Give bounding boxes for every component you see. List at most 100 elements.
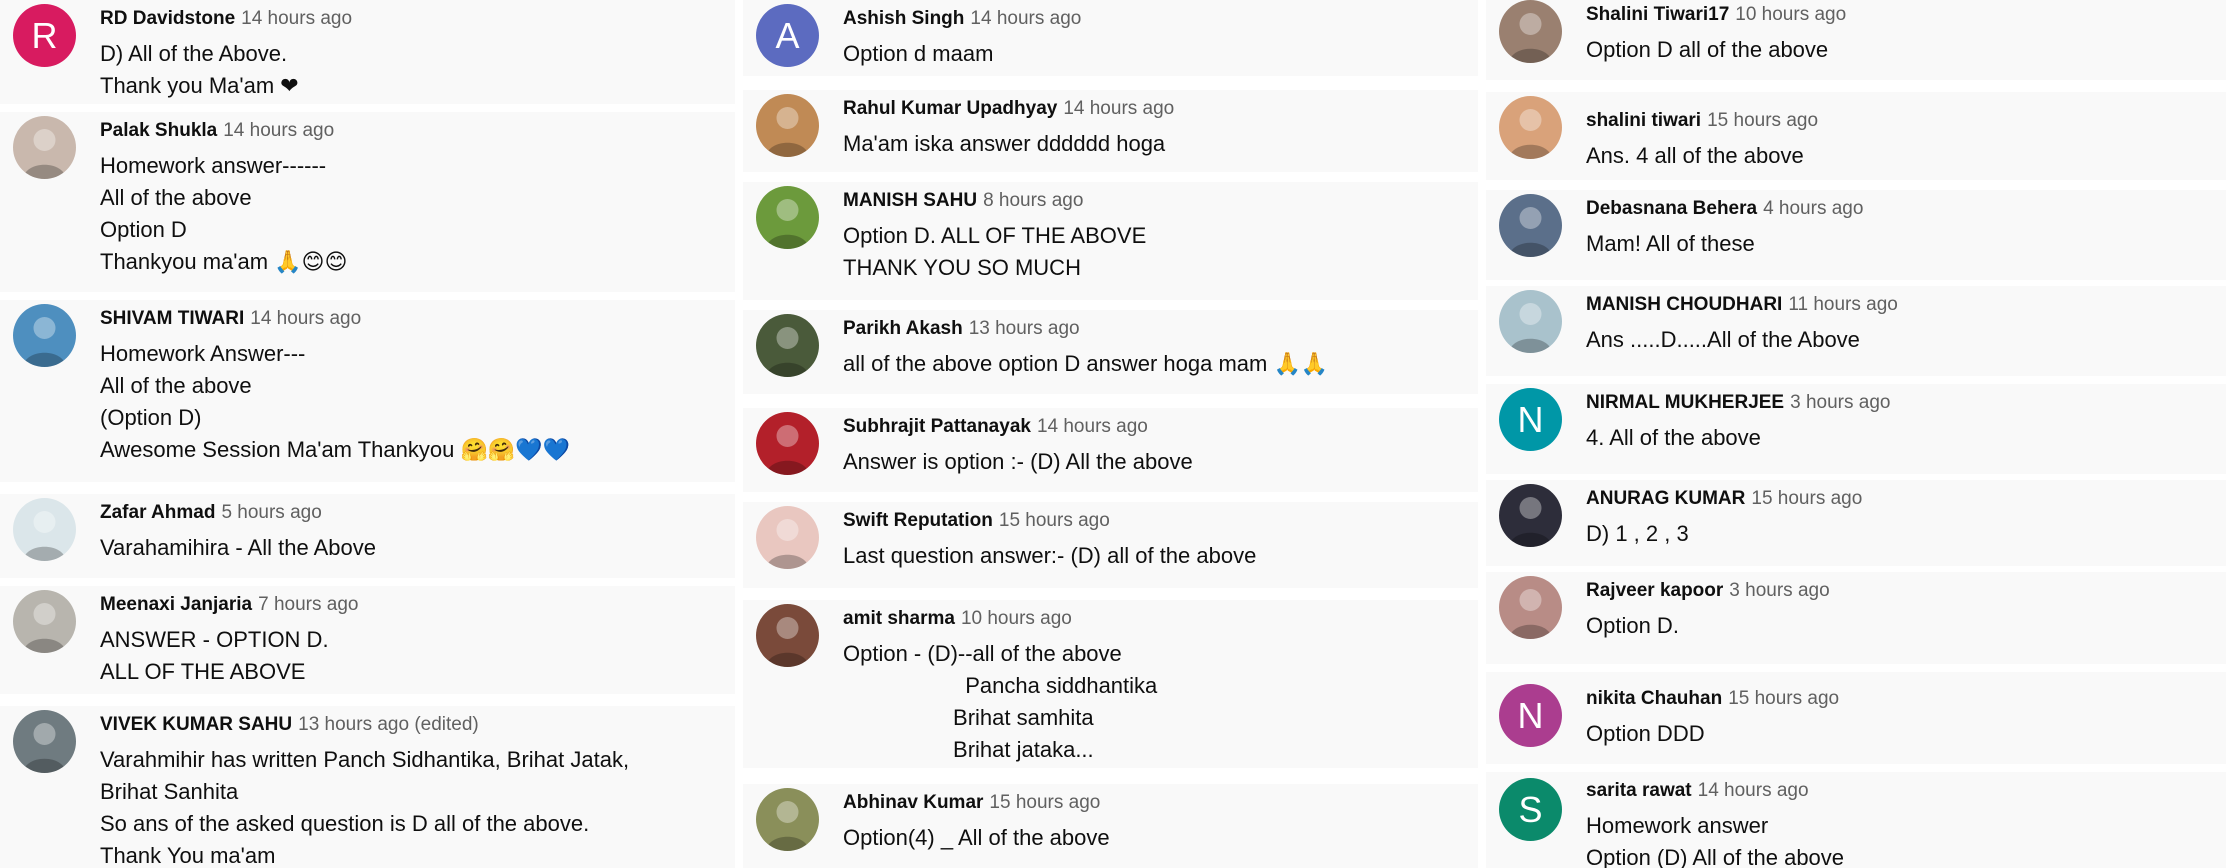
comment-author[interactable]: MANISH SAHU — [843, 190, 977, 211]
avatar-photo — [1509, 303, 1552, 353]
comment-author[interactable]: Shalini Tiwari17 — [1586, 4, 1729, 25]
comment-author[interactable]: Palak Shukla — [100, 120, 217, 141]
comment-time[interactable]: 14 hours ago — [970, 8, 1081, 29]
avatar[interactable] — [1499, 96, 1562, 159]
comment-card: SHIVAM TIWARI 14 hours ago Homework Answe… — [0, 300, 735, 482]
comment-line: Option(4) _ All of the above — [843, 825, 1110, 850]
comment-time[interactable]: 13 hours ago (edited) — [298, 714, 479, 735]
comment-time[interactable]: 3 hours ago — [1729, 580, 1829, 601]
avatar-photo — [1509, 497, 1552, 547]
comment-time[interactable]: 14 hours ago — [1037, 416, 1148, 437]
comment-time[interactable]: 14 hours ago — [250, 308, 361, 329]
comment-time[interactable]: 10 hours ago — [961, 608, 1072, 629]
comment-time[interactable]: 15 hours ago — [1707, 110, 1818, 131]
comment-time[interactable]: 4 hours ago — [1763, 198, 1863, 219]
comment-time[interactable]: 3 hours ago — [1790, 392, 1890, 413]
comment-text: Option D. — [1586, 610, 2206, 642]
avatar[interactable] — [1499, 194, 1562, 257]
comment-line: Ma'am iska answer dddddd hoga — [843, 131, 1166, 156]
comment-time[interactable]: 15 hours ago — [999, 510, 1110, 531]
avatar-photo — [766, 327, 809, 377]
comment-card: Shalini Tiwari17 10 hours ago Option D al… — [1486, 0, 2226, 80]
comment-author[interactable]: SHIVAM TIWARI — [100, 308, 244, 329]
comment-line: Brihat jataka... — [843, 737, 1094, 762]
comments-collage: R RD Davidstone 14 hours ago D) All of th… — [0, 0, 2226, 868]
comment-author[interactable]: Swift Reputation — [843, 510, 993, 531]
comment-text: Option - (D)--all of the above Pancha si… — [843, 638, 1458, 766]
comment-text: Last question answer:- (D) all of the ab… — [843, 540, 1458, 572]
avatar[interactable]: S — [1499, 778, 1562, 841]
comment-author[interactable]: Rahul Kumar Upadhyay — [843, 98, 1057, 119]
avatar[interactable] — [1499, 290, 1562, 353]
comment-author[interactable]: amit sharma — [843, 608, 955, 629]
comment-text: Homework Answer--- All of the above (Opt… — [100, 338, 715, 466]
comment-card: Subhrajit Pattanayak 14 hours ago Answer … — [743, 408, 1478, 492]
avatar-photo — [1509, 13, 1552, 63]
comment-time[interactable]: 15 hours ago — [989, 792, 1100, 813]
comment-author[interactable]: NIRMAL MUKHERJEE — [1586, 392, 1784, 413]
comment-time[interactable]: 11 hours ago — [1788, 294, 1898, 315]
avatar[interactable] — [756, 788, 819, 851]
comment-time[interactable]: 10 hours ago — [1735, 4, 1846, 25]
avatar[interactable]: A — [756, 4, 819, 67]
avatar[interactable] — [756, 412, 819, 475]
avatar[interactable] — [756, 506, 819, 569]
avatar[interactable] — [13, 498, 76, 561]
comment-time[interactable]: 7 hours ago — [258, 594, 358, 615]
comment-time[interactable]: 13 hours ago — [969, 318, 1080, 339]
avatar[interactable]: R — [13, 4, 76, 67]
comment-time[interactable]: 14 hours ago — [1063, 98, 1174, 119]
avatar[interactable] — [756, 314, 819, 377]
comment-time[interactable]: 14 hours ago — [223, 120, 334, 141]
comment-author[interactable]: Subhrajit Pattanayak — [843, 416, 1031, 437]
comment-line: Ans. 4 all of the above — [1586, 143, 1804, 168]
comment-author[interactable]: sarita rawat — [1586, 780, 1692, 801]
comment-line: Option D. — [1586, 613, 1679, 638]
comment-time[interactable]: 15 hours ago — [1728, 688, 1839, 709]
comment-text: D) 1 , 2 , 3 — [1586, 518, 2206, 550]
avatar[interactable] — [1499, 576, 1562, 639]
comment-card: amit sharma 10 hours ago Option - (D)--al… — [743, 600, 1478, 768]
comment-text: Ans. 4 all of the above — [1586, 140, 2206, 172]
comment-card: Rahul Kumar Upadhyay 14 hours ago Ma'am i… — [743, 90, 1478, 172]
comment-author[interactable]: Rajveer kapoor — [1586, 580, 1723, 601]
comment-line: Varahamihira - All the Above — [100, 535, 376, 560]
comment-time[interactable]: 5 hours ago — [221, 502, 321, 523]
avatar[interactable] — [13, 304, 76, 367]
comment-card: VIVEK KUMAR SAHU 13 hours ago (edited) Va… — [0, 706, 735, 868]
comment-time[interactable]: 8 hours ago — [983, 190, 1083, 211]
comment-author[interactable]: Zafar Ahmad — [100, 502, 215, 523]
avatar[interactable] — [13, 590, 76, 653]
comment-author[interactable]: Parikh Akash — [843, 318, 963, 339]
comment-text: all of the above option D answer hoga ma… — [843, 348, 1458, 380]
comment-author[interactable]: Abhinav Kumar — [843, 792, 983, 813]
avatar[interactable] — [13, 710, 76, 773]
comment-author[interactable]: VIVEK KUMAR SAHU — [100, 714, 292, 735]
comment-author[interactable]: shalini tiwari — [1586, 110, 1701, 131]
comment-line: Homework answer — [1586, 813, 1769, 838]
comment-line: Last question answer:- (D) all of the ab… — [843, 543, 1257, 568]
avatar[interactable] — [756, 604, 819, 667]
comment-author[interactable]: MANISH CHOUDHARI — [1586, 294, 1782, 315]
comment-author[interactable]: ANURAG KUMAR — [1586, 488, 1745, 509]
comment-time[interactable]: 14 hours ago — [241, 8, 352, 29]
comment-author[interactable]: nikita Chauhan — [1586, 688, 1722, 709]
avatar-photo — [23, 317, 66, 367]
avatar[interactable] — [1499, 484, 1562, 547]
avatar[interactable] — [13, 116, 76, 179]
comment-author[interactable]: Meenaxi Janjaria — [100, 594, 252, 615]
comment-author[interactable]: RD Davidstone — [100, 8, 235, 29]
avatar[interactable] — [1499, 0, 1562, 63]
avatar[interactable]: N — [1499, 684, 1562, 747]
avatar-photo — [23, 129, 66, 179]
comment-line: Thank You ma'am — [100, 843, 276, 868]
avatar[interactable]: N — [1499, 388, 1562, 451]
comment-line: Varahmihir has written Panch Sidhantika,… — [100, 747, 630, 772]
comment-author[interactable]: Debasnana Behera — [1586, 198, 1757, 219]
avatar[interactable] — [756, 186, 819, 249]
comment-time[interactable]: 14 hours ago — [1698, 780, 1809, 801]
comment-card: Palak Shukla 14 hours ago Homework answer… — [0, 112, 735, 292]
comment-author[interactable]: Ashish Singh — [843, 8, 964, 29]
comment-time[interactable]: 15 hours ago — [1751, 488, 1862, 509]
avatar[interactable] — [756, 94, 819, 157]
